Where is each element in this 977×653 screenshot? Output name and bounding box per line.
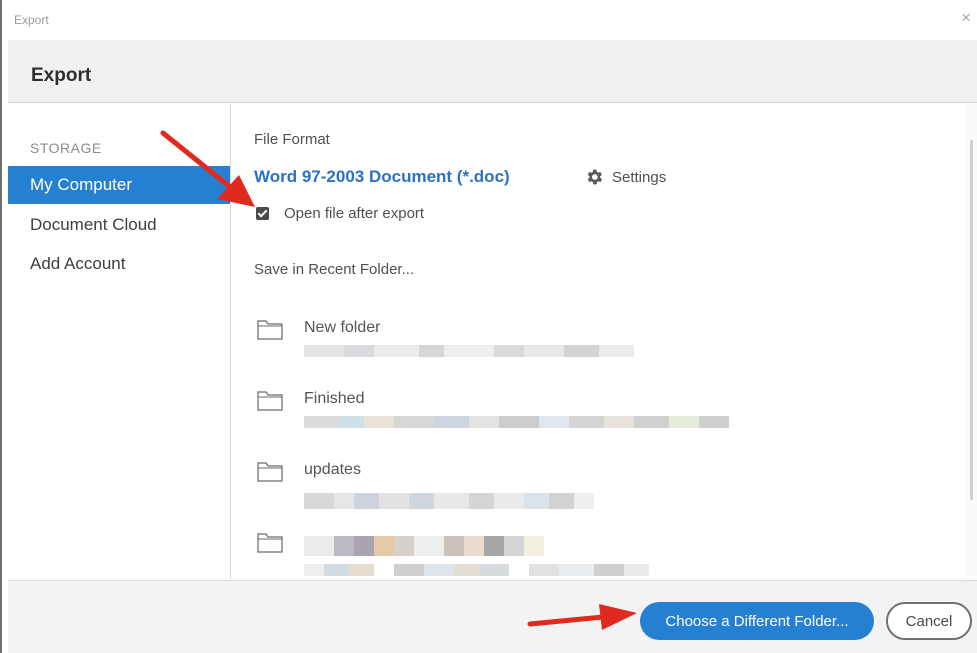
window-title: Export [14, 13, 49, 27]
panel-scrollbar-thumb[interactable] [970, 140, 973, 500]
open-after-export-label: Open file after export [284, 205, 425, 222]
settings-button[interactable]: Settings [584, 166, 666, 188]
export-options-panel: File Format Word 97-2003 Document (*.doc… [232, 104, 966, 579]
cancel-button[interactable]: Cancel [886, 602, 972, 640]
window-titlebar: Export × [8, 0, 977, 40]
close-icon[interactable]: × [961, 9, 971, 26]
recent-folder-heading: Save in Recent Folder... [254, 261, 415, 278]
sidebar-item-my-computer[interactable]: My Computer [8, 166, 230, 204]
window-left-edge [0, 0, 2, 653]
redacted-folder-path [304, 493, 594, 509]
recent-folder-item[interactable]: updates [257, 457, 877, 517]
recent-folder-name: New folder [304, 319, 381, 336]
folder-icon [257, 462, 283, 482]
choose-different-folder-button[interactable]: Choose a Different Folder... [640, 602, 874, 640]
dialog-footer: Choose a Different Folder... Cancel [8, 580, 977, 653]
recent-folder-name: Finished [304, 390, 365, 407]
gear-icon [587, 169, 603, 185]
file-format-dropdown[interactable]: Word 97-2003 Document (*.doc) [254, 167, 510, 187]
dialog-title: Export [31, 65, 92, 86]
recent-folder-name: updates [304, 461, 361, 478]
folder-icon [257, 320, 283, 340]
file-format-label: File Format [254, 131, 330, 148]
redacted-folder-path [304, 416, 729, 428]
dialog-header: Export [8, 40, 977, 103]
folder-icon [257, 533, 283, 553]
storage-sidebar: STORAGE My Computer Document Cloud Add A… [8, 104, 231, 579]
redacted-folder-path [304, 536, 544, 556]
storage-section-label: STORAGE [30, 140, 102, 156]
open-after-export-option[interactable]: Open file after export [256, 205, 424, 222]
open-after-export-checkbox[interactable] [256, 207, 269, 220]
recent-folder-item[interactable] [257, 528, 877, 579]
recent-folder-item[interactable]: New folder [257, 315, 877, 375]
redacted-folder-path [304, 345, 634, 357]
settings-label: Settings [612, 168, 667, 186]
recent-folder-item[interactable]: Finished [257, 386, 877, 446]
sidebar-item-document-cloud[interactable]: Document Cloud [8, 206, 230, 244]
redacted-folder-path [304, 564, 649, 576]
folder-icon [257, 391, 283, 411]
sidebar-item-add-account[interactable]: Add Account [8, 245, 230, 283]
